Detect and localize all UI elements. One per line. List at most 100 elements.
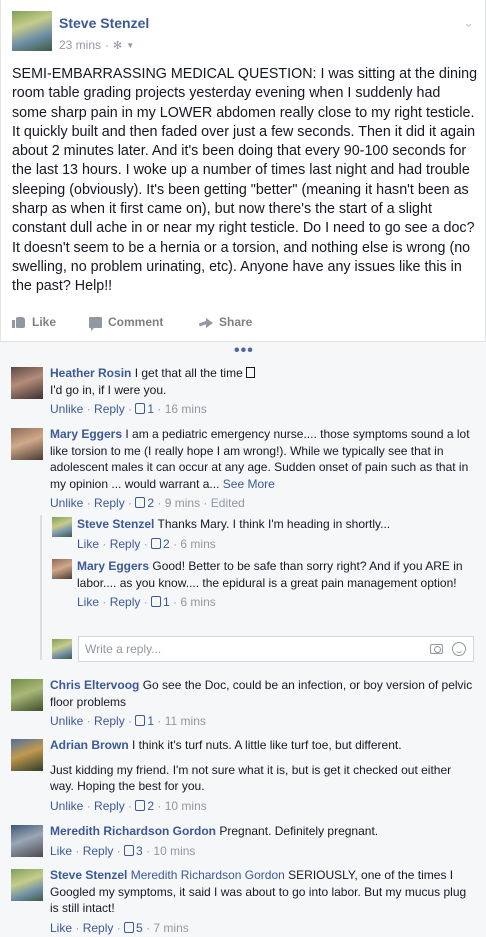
- post-body: SEMI-EMBARRASSING MEDICAL QUESTION: I wa…: [12, 66, 478, 295]
- reply-link[interactable]: Reply: [110, 537, 141, 551]
- comment-text: Just kidding my friend. I'm not sure wha…: [50, 762, 452, 794]
- comment-like-count[interactable]: 1: [135, 714, 154, 728]
- like-button[interactable]: Like: [12, 312, 89, 332]
- commenter-avatar[interactable]: [11, 428, 43, 460]
- reply-thread-line: [40, 515, 42, 660]
- share-button[interactable]: Share: [199, 312, 252, 332]
- comment-time[interactable]: 10 mins: [165, 799, 207, 813]
- unlike-link[interactable]: Unlike: [50, 799, 83, 813]
- reply-link[interactable]: Reply: [83, 921, 114, 935]
- replier-avatar[interactable]: [52, 559, 72, 579]
- reply-link[interactable]: Reply: [94, 799, 125, 813]
- comment-item: Adrian Brown I think it's turf nuts. A l…: [11, 737, 477, 817]
- commenter-name[interactable]: Adrian Brown: [50, 738, 129, 752]
- comment-like-count[interactable]: 2: [135, 496, 154, 510]
- comment-actions: Unlike · Reply · 2 · 10 mins: [50, 798, 207, 813]
- commenter-name[interactable]: Mary Eggers: [50, 427, 122, 441]
- unlike-link[interactable]: Unlike: [50, 496, 83, 510]
- comment-item: Mary Eggers I am a pediatric emergency n…: [11, 426, 477, 512]
- commenter-avatar[interactable]: [11, 739, 43, 771]
- comment-time[interactable]: 11 mins: [165, 714, 206, 728]
- comment-time[interactable]: 7 mins: [153, 921, 188, 935]
- tagged-user[interactable]: Meredith Richardson Gordon: [131, 868, 285, 882]
- post-meta: 23 mins · ✻ ▼: [59, 38, 135, 52]
- camera-icon[interactable]: [430, 644, 443, 654]
- author-avatar[interactable]: [12, 11, 52, 51]
- reply-link[interactable]: Reply: [94, 496, 125, 510]
- comment-item: Steve Stenzel Meredith Richardson Gordon…: [11, 867, 477, 937]
- comment-button[interactable]: Comment: [89, 312, 199, 332]
- post-header: Steve Stenzel 23 mins · ✻ ▼ ⌄: [12, 11, 476, 55]
- commenter-avatar[interactable]: [11, 367, 43, 399]
- speech-bubble-icon: [89, 316, 102, 331]
- thumbs-up-icon: [151, 537, 162, 549]
- like-link[interactable]: Like: [50, 844, 72, 858]
- reply-input[interactable]: Write a reply...: [78, 636, 474, 662]
- reply-item: Mary Eggers Good! Better to be safe than…: [52, 558, 477, 630]
- comment-time[interactable]: 16 mins: [165, 402, 207, 416]
- post-timestamp[interactable]: 23 mins: [59, 38, 101, 52]
- commenter-name[interactable]: Steve Stenzel: [50, 868, 127, 882]
- gear-icon[interactable]: ✻: [113, 39, 122, 52]
- thumbs-up-icon: [135, 403, 146, 414]
- commenter-avatar[interactable]: [11, 869, 43, 901]
- thumbs-up-icon: [124, 921, 135, 933]
- thumbs-up-icon: [151, 596, 162, 607]
- reply-time[interactable]: 6 mins: [180, 537, 215, 551]
- like-link[interactable]: Like: [50, 921, 72, 935]
- thumbs-up-icon: [135, 799, 146, 811]
- comment-actions: Like · Reply · 3 · 10 mins: [50, 843, 196, 858]
- composer-avatar: [52, 639, 72, 659]
- comment-actions: Like · Reply · 5 · 7 mins: [50, 920, 189, 935]
- reply-time[interactable]: 6 mins: [180, 595, 215, 609]
- reply-actions: Like · Reply · 1 · 6 mins: [77, 595, 216, 609]
- comment-item: Chris Eltervoog Go see the Doc, could be…: [11, 677, 477, 729]
- reply-placeholder: Write a reply...: [85, 642, 162, 656]
- more-options-icon[interactable]: •••: [234, 342, 254, 360]
- comment-like-count[interactable]: 1: [135, 402, 154, 416]
- commenter-name[interactable]: Meredith Richardson Gordon: [50, 824, 216, 838]
- comment-item: Meredith Richardson Gordon Pregnant. Def…: [11, 823, 477, 859]
- commenter-avatar[interactable]: [11, 679, 43, 711]
- reply-link[interactable]: Reply: [110, 595, 141, 609]
- replier-name[interactable]: Mary Eggers: [77, 559, 149, 573]
- comment-like-count[interactable]: 5: [124, 921, 143, 935]
- unlike-link[interactable]: Unlike: [50, 714, 83, 728]
- chevron-down-icon[interactable]: ▼: [126, 41, 134, 50]
- post-author[interactable]: Steve Stenzel: [59, 15, 149, 31]
- missing-glyph-icon: [246, 367, 256, 378]
- comment-item: Heather Rosin I get that all the time I'…: [11, 365, 477, 419]
- replier-name[interactable]: Steve Stenzel: [77, 517, 154, 531]
- comment-like-count[interactable]: 2: [135, 799, 154, 813]
- reply-composer: Write a reply...: [52, 636, 474, 662]
- reply-item: Steve Stenzel Thanks Mary. I think I'm h…: [52, 516, 477, 554]
- reply-like-count[interactable]: 1: [151, 595, 170, 609]
- thumbs-up-icon: [135, 715, 146, 726]
- comment-time[interactable]: 10 mins: [153, 844, 195, 858]
- post-actions: Like Comment Share: [12, 312, 476, 332]
- see-more-link[interactable]: See More: [223, 477, 275, 491]
- share-arrow-icon: [199, 317, 213, 328]
- like-link[interactable]: Like: [77, 537, 99, 551]
- comment-text: I'd go in, if I were you.: [50, 382, 167, 397]
- post-options-chevron-icon[interactable]: ⌄: [463, 15, 474, 31]
- unlike-link[interactable]: Unlike: [50, 402, 83, 416]
- comment-like-count[interactable]: 3: [124, 844, 143, 858]
- like-link[interactable]: Like: [77, 595, 99, 609]
- commenter-name[interactable]: Heather Rosin: [50, 366, 131, 380]
- emoji-icon[interactable]: [452, 642, 466, 656]
- reply-like-count[interactable]: 2: [151, 537, 170, 551]
- comment-text: I get that all the time: [134, 366, 243, 380]
- thumbs-up-icon: [135, 497, 146, 508]
- comment-text: I think it's turf nuts. A little like tu…: [132, 738, 402, 752]
- commenter-name[interactable]: Chris Eltervoog: [50, 678, 139, 692]
- replier-avatar[interactable]: [52, 517, 72, 537]
- comment-time[interactable]: 9 mins: [165, 496, 200, 510]
- reply-link[interactable]: Reply: [94, 714, 125, 728]
- reply-link[interactable]: Reply: [94, 402, 125, 416]
- commenter-avatar[interactable]: [11, 825, 43, 857]
- thumbs-up-icon: [12, 316, 26, 328]
- comment-actions: Unlike · Reply · 1 · 11 mins: [50, 714, 206, 728]
- edited-label[interactable]: Edited: [211, 496, 245, 510]
- reply-link[interactable]: Reply: [83, 844, 114, 858]
